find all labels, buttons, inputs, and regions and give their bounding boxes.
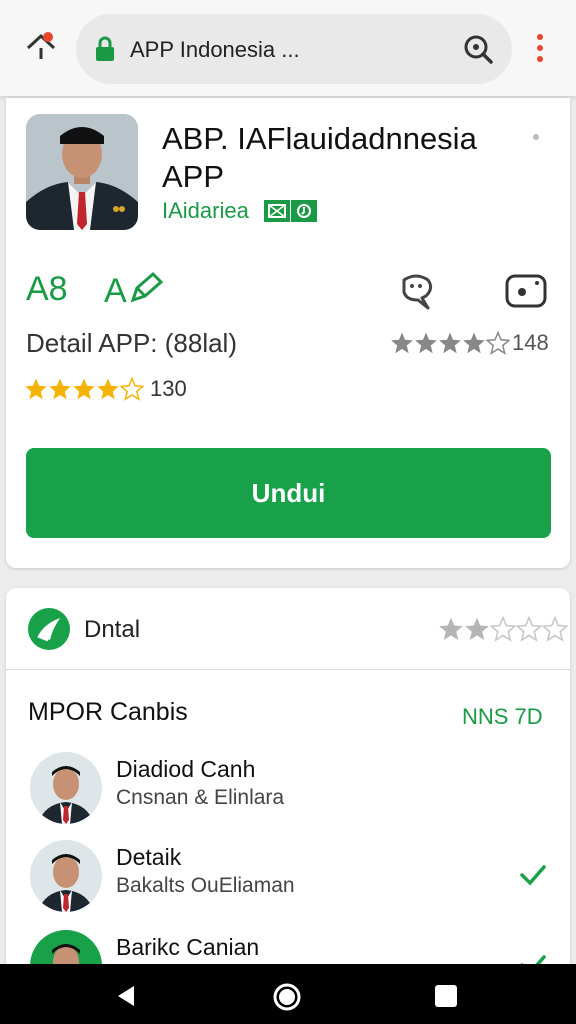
- browser-bar: APP Indonesia ...: [0, 0, 576, 96]
- reviews-card: Dntal MPOR Canbis NNS 7D Diadiod Canh Cns…: [6, 588, 570, 1024]
- age-rating-label: A8: [26, 270, 68, 308]
- reviews-label: Dntal: [84, 616, 141, 643]
- developer-badges: [264, 200, 317, 222]
- star-filled-icon: [463, 332, 485, 354]
- check-circle-icon: [28, 608, 70, 650]
- avatar: [30, 840, 102, 912]
- overflow-menu-icon[interactable]: [530, 32, 550, 64]
- list-item-subtitle: Bakalts OuEliaman: [116, 874, 295, 897]
- pencil-icon: [130, 271, 163, 303]
- reviews-header[interactable]: Dntal: [6, 588, 570, 670]
- list-item[interactable]: Diadiod Canh Cnsnan & Elinlara: [6, 752, 570, 834]
- address-bar[interactable]: APP Indonesia ...: [76, 14, 512, 84]
- rating-count: 148: [512, 330, 549, 355]
- url-text: APP Indonesia ...: [130, 37, 300, 62]
- user-rating: 130: [24, 376, 187, 402]
- card-indicator-dot: [533, 134, 539, 140]
- list-item-name: Barikc Canian: [116, 934, 260, 960]
- recents-icon[interactable]: [434, 984, 458, 1008]
- star-filled-icon: [439, 332, 461, 354]
- user-rating-count: 130: [150, 376, 187, 401]
- reviews-stars: [438, 616, 568, 642]
- star-filled-icon: [439, 617, 463, 641]
- lock-icon: [96, 36, 114, 61]
- list-item-name: Detaik: [116, 844, 182, 870]
- star-filled-icon: [25, 378, 47, 400]
- download-label: Undui: [251, 477, 326, 508]
- rating-summary: 148: [390, 330, 549, 356]
- mail-icon: [264, 200, 290, 222]
- app-icon-photo: [26, 114, 138, 230]
- star-filled-icon: [415, 332, 437, 354]
- list-item-name: Diadiod Canh: [116, 756, 256, 782]
- app-info-card: ABP. IAFlauidadnnesia APP IAidariea A8 A…: [6, 98, 570, 568]
- star-filled-icon: [391, 332, 413, 354]
- detail-text: Detail APP: (88lal): [26, 328, 237, 358]
- star-filled-icon: [465, 617, 489, 641]
- star-empty-icon: [120, 377, 144, 401]
- avatar: [30, 752, 102, 824]
- content-rating-label: A: [104, 270, 165, 311]
- back-icon[interactable]: [114, 984, 138, 1008]
- list-item[interactable]: Detaik Bakalts OuEliaman: [6, 840, 570, 922]
- verified-icon: [291, 200, 317, 222]
- star-filled-icon: [73, 378, 95, 400]
- star-empty-icon: [486, 331, 510, 355]
- star-empty-icon: [490, 616, 516, 642]
- star-empty-icon: [542, 616, 568, 642]
- check-icon: [520, 865, 546, 886]
- list-item-subtitle: Cnsnan & Elinlara: [116, 786, 285, 809]
- camera-icon[interactable]: [504, 272, 548, 310]
- star-filled-icon: [97, 378, 119, 400]
- download-button[interactable]: Undui: [26, 448, 551, 538]
- see-all-link[interactable]: NNS 7D: [462, 704, 543, 730]
- home-icon[interactable]: [272, 982, 302, 1012]
- comment-icon[interactable]: [396, 270, 438, 312]
- section-title: MPOR Canbis: [28, 698, 188, 726]
- star-empty-icon: [516, 616, 542, 642]
- app-title: ABP. IAFlauidadnnesia APP: [162, 121, 477, 194]
- navigation-bar: [0, 964, 576, 1024]
- app-developer[interactable]: IAidariea: [162, 198, 249, 224]
- star-filled-icon: [49, 378, 71, 400]
- search-icon[interactable]: [462, 33, 494, 65]
- home-notification-icon[interactable]: [24, 28, 58, 62]
